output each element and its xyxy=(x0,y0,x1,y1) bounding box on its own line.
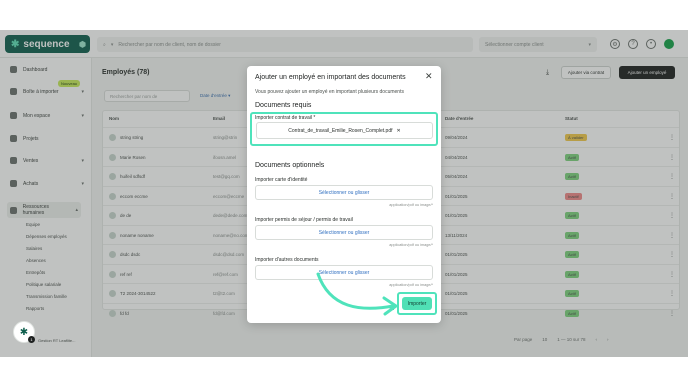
contract-file-name: Contrat_de_travail_Emilie_Rosen_Complet.… xyxy=(288,127,393,134)
help-chat-button[interactable]: ✱ 1 xyxy=(13,321,35,343)
contract-file-chip[interactable]: Contrat_de_travail_Emilie_Rosen_Complet.… xyxy=(256,122,433,139)
dropzone-text: Sélectionner ou glisser xyxy=(318,229,370,236)
optional-heading: Documents optionnels xyxy=(255,162,325,169)
cancel-label: Annuler xyxy=(377,306,395,312)
notification-dot: 1 xyxy=(28,336,35,343)
file-type-hint: application/pdf ou image/* xyxy=(389,283,433,287)
modal-description: Vous pouvez ajouter un employé en import… xyxy=(255,89,404,95)
id-card-label: Importer carte d'identité xyxy=(255,177,308,183)
remove-file-icon[interactable]: ✕ xyxy=(397,128,401,134)
permit-label: Importer permis de séjour / permis de tr… xyxy=(255,217,353,223)
dropzone-text: Sélectionner ou glisser xyxy=(318,269,370,276)
id-card-dropzone[interactable]: Sélectionner ou glisser xyxy=(255,185,433,200)
cancel-button[interactable]: Annuler xyxy=(376,306,395,312)
contract-label: Importer contrat de travail * xyxy=(255,115,316,121)
close-icon[interactable]: ✕ xyxy=(425,72,433,81)
sequence-logo-icon: ✱ xyxy=(19,326,29,338)
permit-dropzone[interactable]: Sélectionner ou glisser xyxy=(255,225,433,240)
app-window: ✱ sequence ⬢ ⌕ ▾ Rechercher par nom de c… xyxy=(0,30,688,357)
dropzone-text: Sélectionner ou glisser xyxy=(318,189,370,196)
modal-title: Ajouter un employé en important des docu… xyxy=(255,74,406,81)
other-docs-dropzone[interactable]: Sélectionner ou glisser xyxy=(255,265,433,280)
file-type-hint: application/pdf ou image/* xyxy=(389,203,433,207)
import-button[interactable]: Importer xyxy=(402,297,432,310)
required-heading: Documents requis xyxy=(255,102,312,109)
import-employee-modal: Ajouter un employé en important des docu… xyxy=(247,66,441,323)
other-docs-label: Importer d'autres documents xyxy=(255,257,319,263)
file-type-hint: application/pdf ou image/* xyxy=(389,243,433,247)
